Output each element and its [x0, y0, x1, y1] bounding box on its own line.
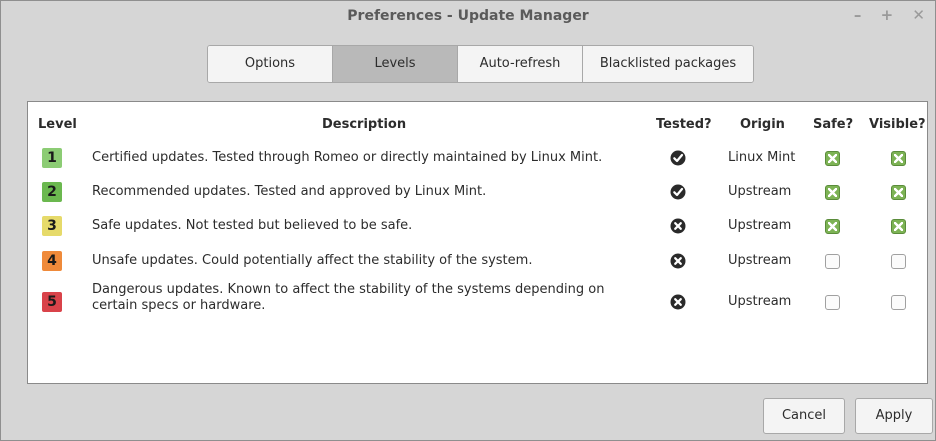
level-description: Safe updates. Not tested but believed to… [92, 218, 413, 233]
visible-checkbox[interactable] [891, 295, 906, 310]
level-badge: 4 [42, 251, 62, 271]
level-description: Unsafe updates. Could potentially affect… [92, 253, 533, 268]
table-row[interactable]: 2 Recommended updates. Tested and approve… [28, 180, 927, 204]
cross-icon [670, 253, 686, 269]
safe-checkbox[interactable] [825, 295, 840, 310]
check-icon [670, 184, 686, 200]
table-row[interactable]: 4 Unsafe updates. Could potentially affec… [28, 249, 927, 273]
level-description: Dangerous updates. Known to affect the s… [92, 282, 605, 313]
cancel-button[interactable]: Cancel [763, 398, 845, 434]
safe-checkbox[interactable] [825, 185, 840, 200]
level-origin: Upstream [728, 253, 792, 268]
visible-checkbox[interactable] [891, 185, 906, 200]
table-row[interactable]: 3 Safe updates. Not tested but believed t… [28, 214, 927, 238]
column-header-description[interactable]: Description [322, 117, 406, 132]
visible-checkbox[interactable] [891, 219, 906, 234]
tab-options[interactable]: Options [208, 46, 333, 82]
column-header-visible[interactable]: Visible? [869, 117, 926, 132]
level-badge: 2 [42, 182, 62, 202]
level-badge: 1 [42, 148, 62, 168]
level-origin: Upstream [728, 218, 792, 233]
level-badge: 5 [42, 292, 62, 312]
title-bar: Preferences - Update Manager – + ✕ [1, 1, 935, 37]
preferences-window: Preferences - Update Manager – + ✕ Optio… [0, 0, 936, 441]
tab-bar: Options Levels Auto-refresh Blacklisted … [207, 45, 754, 83]
tab-blacklisted-packages[interactable]: Blacklisted packages [583, 46, 753, 82]
column-header-origin[interactable]: Origin [740, 117, 785, 132]
column-header-safe[interactable]: Safe? [813, 117, 853, 132]
tab-levels[interactable]: Levels [333, 46, 458, 82]
apply-button[interactable]: Apply [855, 398, 933, 434]
level-badge: 3 [42, 216, 62, 236]
window-title: Preferences - Update Manager [347, 8, 589, 24]
safe-checkbox[interactable] [825, 219, 840, 234]
table-row[interactable]: 5 Dangerous updates. Known to affect the … [28, 282, 927, 322]
column-header-level[interactable]: Level [38, 117, 77, 132]
safe-checkbox[interactable] [825, 151, 840, 166]
level-description: Certified updates. Tested through Romeo … [92, 150, 603, 165]
visible-checkbox[interactable] [891, 151, 906, 166]
level-origin: Upstream [728, 294, 792, 309]
cross-icon [670, 218, 686, 234]
cross-icon [670, 294, 686, 310]
level-description: Recommended updates. Tested and approved… [92, 184, 487, 199]
minimize-icon[interactable]: – [854, 1, 862, 29]
column-header-tested[interactable]: Tested? [656, 117, 712, 132]
levels-table: Level Description Tested? Origin Safe? V… [27, 101, 928, 384]
check-icon [670, 150, 686, 166]
maximize-icon[interactable]: + [881, 1, 894, 29]
tab-auto-refresh[interactable]: Auto-refresh [458, 46, 583, 82]
visible-checkbox[interactable] [891, 254, 906, 269]
safe-checkbox[interactable] [825, 254, 840, 269]
close-icon[interactable]: ✕ [912, 1, 925, 29]
level-origin: Linux Mint [728, 150, 796, 165]
level-origin: Upstream [728, 184, 792, 199]
table-row[interactable]: 1 Certified updates. Tested through Romeo… [28, 146, 927, 170]
